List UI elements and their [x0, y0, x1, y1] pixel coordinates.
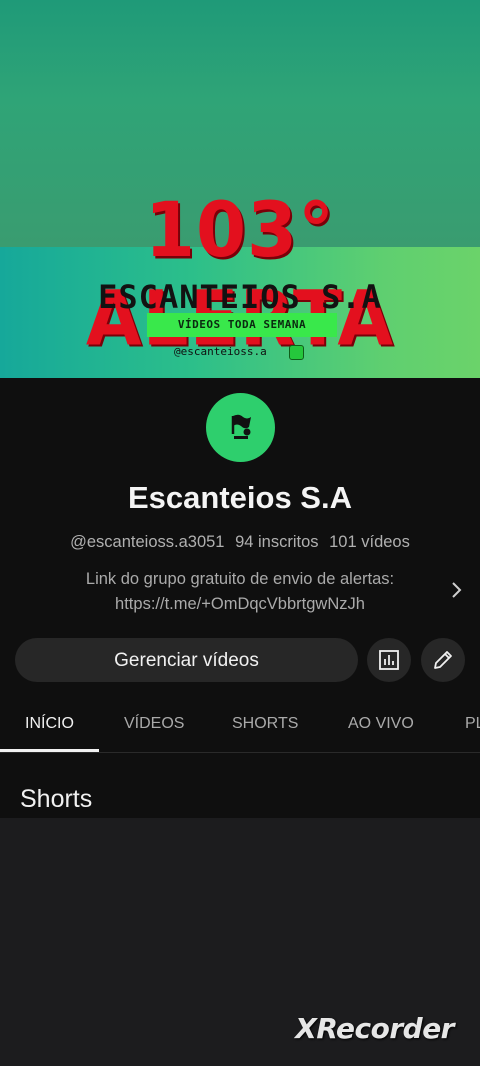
tab-inicio[interactable]: INÍCIO — [25, 700, 74, 752]
video-count: 101 vídeos — [329, 533, 410, 551]
tab-playlists[interactable]: PL — [465, 700, 480, 752]
chevron-right-icon[interactable] — [444, 578, 468, 602]
tab-videos[interactable]: VÍDEOS — [124, 700, 184, 752]
channel-handle[interactable]: @escanteioss.a3051 — [70, 533, 224, 551]
edit-channel-button[interactable] — [421, 638, 465, 682]
banner-handle: @escanteioss.a — [174, 345, 267, 358]
banner-tagline: VÍDEOS TODA SEMANA — [147, 313, 337, 337]
tab-shorts[interactable]: SHORTS — [232, 700, 298, 752]
subscriber-count: 94 inscritos — [235, 533, 319, 551]
channel-meta: @escanteioss.a3051 94 inscritos 101 víde… — [0, 533, 480, 552]
pencil-icon — [434, 651, 452, 669]
recorder-watermark: XRecorder — [295, 1012, 454, 1045]
channel-description[interactable]: Link do grupo gratuito de envio de alert… — [40, 567, 440, 617]
banner-brand: ESCANTEIOS S.A — [98, 278, 382, 316]
analytics-button[interactable] — [367, 638, 411, 682]
channel-tabs: INÍCIO VÍDEOS SHORTS AO VIVO PL — [0, 700, 480, 753]
channel-banner: 103° ALERTA ESCANTEIOS S.A VÍDEOS TODA S… — [0, 0, 480, 378]
flag-logo-icon — [231, 414, 251, 439]
description-line-1: Link do grupo gratuito de envio de alert… — [85, 570, 395, 588]
active-tab-indicator — [0, 749, 99, 752]
manage-videos-button[interactable]: Gerenciar vídeos — [15, 638, 358, 682]
tab-ao-vivo[interactable]: AO VIVO — [348, 700, 414, 752]
channel-avatar[interactable] — [206, 393, 275, 462]
channel-name: Escanteios S.A — [128, 480, 352, 515]
instagram-icon — [289, 345, 304, 360]
description-link[interactable]: https://t.me/+OmDqcVbbrtgwNzJh — [40, 592, 440, 617]
section-title: Shorts — [20, 785, 93, 813]
analytics-icon — [379, 650, 399, 670]
